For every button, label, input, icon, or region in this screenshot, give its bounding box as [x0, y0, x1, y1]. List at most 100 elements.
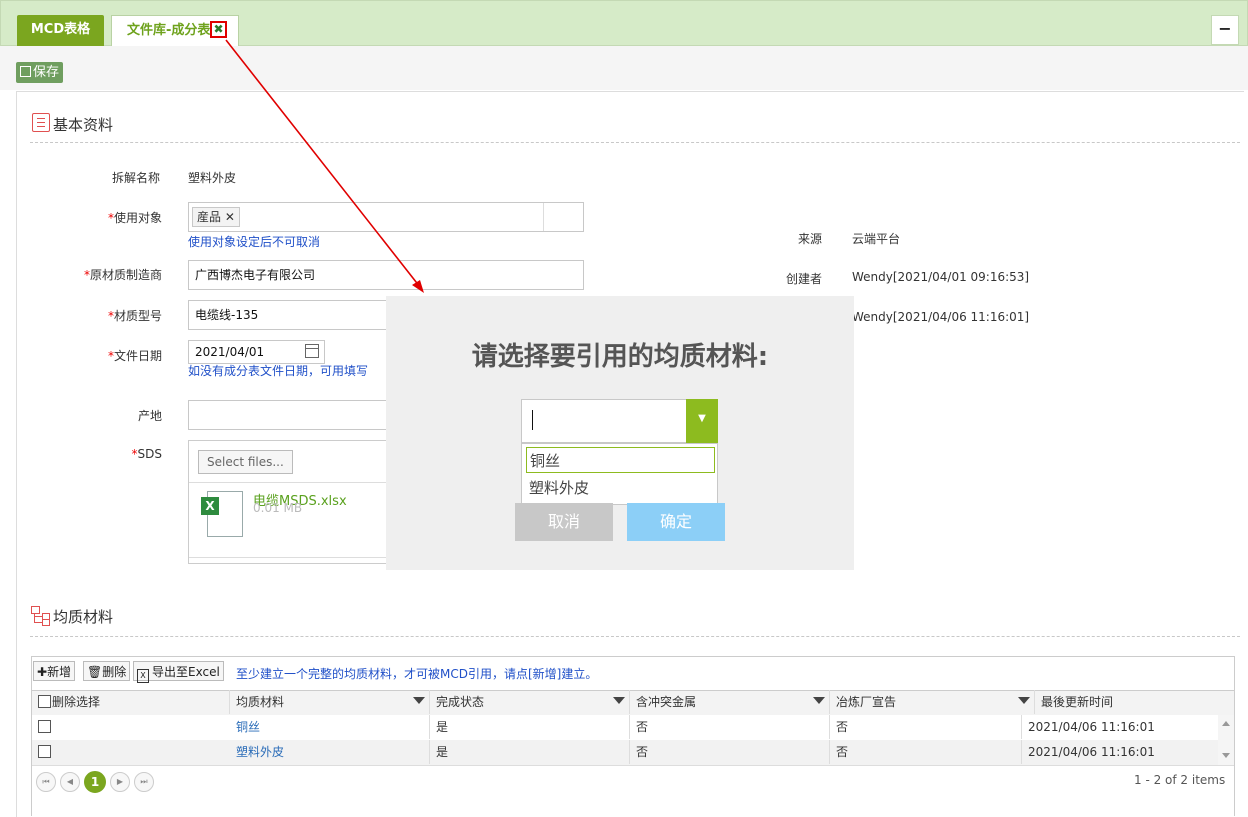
status-cell: 是	[430, 715, 630, 739]
col-status[interactable]: 完成状态	[430, 690, 630, 714]
target-tag[interactable]: 産品 ✕	[192, 207, 240, 227]
creator-label: 创建者	[786, 272, 823, 286]
target-label-text: 使用对象	[113, 211, 162, 225]
excel-icon: X	[137, 669, 149, 683]
target-multiselect[interactable]	[188, 202, 584, 232]
trash-icon: 🗑	[87, 665, 103, 679]
row-checkbox[interactable]	[38, 720, 51, 733]
filter-icon[interactable]	[813, 697, 825, 704]
list-icon	[32, 113, 50, 132]
name-label: 拆解名称	[111, 171, 160, 185]
target-hint: 使用对象设定后不可取消	[188, 235, 321, 249]
sds-label: *SDS	[42, 447, 162, 461]
calendar-icon[interactable]	[305, 344, 319, 358]
origin-label: 产地	[137, 409, 162, 423]
grid-notice: 至少建立一个完整的均质材料，才可被MCD引用，请点[新增]建立。	[236, 667, 598, 681]
add-button[interactable]: ✚新增	[33, 661, 76, 681]
updated-cell: 2021/04/06 11:16:01	[1028, 720, 1155, 734]
option-copper-wire[interactable]: 铜丝	[526, 447, 715, 473]
target-label: *使用对象	[42, 209, 162, 226]
tree-icon	[31, 606, 50, 626]
next-page-icon[interactable]: ▶	[110, 772, 130, 792]
prev-page-icon[interactable]: ◀	[60, 772, 80, 792]
date-label-text: 文件日期	[113, 349, 162, 363]
select-all-checkbox[interactable]	[38, 695, 51, 708]
section-title-materials: 均质材料	[53, 608, 114, 626]
excel-file-icon: X	[201, 491, 247, 537]
chevron-down-icon[interactable]: ▼	[686, 399, 718, 443]
col-material[interactable]: 均质材料	[230, 690, 430, 714]
col-material-label: 均质材料	[236, 695, 285, 709]
close-tab-icon[interactable]: ✖	[210, 21, 227, 38]
add-label: 新增	[47, 665, 72, 679]
conflict-cell: 否	[630, 740, 830, 764]
maker-label: *原材质制造商	[42, 266, 162, 283]
date-hint: 如没有成分表文件日期，可用填写	[188, 364, 369, 378]
conflict-cell: 否	[630, 715, 830, 739]
pager-info: 1 - 2 of 2 items	[1134, 773, 1226, 787]
col-updated: 最後更新时间	[1041, 695, 1114, 709]
delete-label: 删除	[102, 665, 127, 679]
dialog-title: 请选择要引用的均质材料:	[471, 342, 769, 372]
delete-button[interactable]: 🗑删除	[83, 661, 131, 681]
maker-input[interactable]: 广西博杰电子有限公司	[188, 260, 584, 290]
minimize-button[interactable]: −	[1211, 15, 1239, 45]
material-link[interactable]: 铜丝	[230, 715, 430, 739]
filter-icon[interactable]	[1018, 697, 1030, 704]
upload-footer-line	[189, 557, 387, 558]
plus-icon: ✚	[37, 665, 48, 679]
first-page-icon[interactable]: ⏮	[36, 772, 56, 792]
tab-mcd-table[interactable]: MCD表格	[17, 15, 104, 46]
target-tag-label: 産品	[197, 210, 222, 224]
smelter-cell: 否	[830, 740, 1022, 764]
filter-icon[interactable]	[613, 697, 625, 704]
field-separator	[543, 203, 544, 231]
origin-input[interactable]	[188, 400, 388, 430]
sds-label-text: SDS	[137, 447, 162, 461]
col-conflict-metal-label: 含冲突金属	[636, 695, 697, 709]
tab-file-library-label: 文件库-成分表	[127, 23, 211, 38]
remove-tag-icon[interactable]: ✕	[225, 210, 235, 224]
model-label: *材质型号	[42, 307, 162, 324]
col-smelter[interactable]: 冶炼厂宣告	[830, 690, 1035, 714]
upload-divider	[189, 482, 387, 483]
save-button[interactable]: 保存	[16, 62, 63, 83]
maker-label-text: 原材质制造商	[89, 268, 162, 282]
export-label: 导出至Excel	[152, 665, 220, 679]
confirm-button[interactable]: 确定	[627, 503, 725, 541]
scroll-up-icon[interactable]	[1222, 721, 1230, 726]
col-smelter-label: 冶炼厂宣告	[836, 695, 897, 709]
vertical-scrollbar[interactable]	[1218, 715, 1234, 765]
scroll-down-icon[interactable]	[1222, 753, 1230, 758]
source-value: 云端平台	[852, 232, 901, 246]
section-divider	[30, 142, 1240, 143]
creator-value: Wendy[2021/04/01 09:16:53]	[852, 270, 1030, 284]
export-excel-button[interactable]: X 导出至Excel	[133, 661, 224, 683]
save-label: 保存	[32, 65, 59, 80]
select-files-button[interactable]: Select files...	[198, 450, 293, 474]
col-delete-select: 删除选择	[32, 690, 230, 714]
updater-value: Wendy[2021/04/06 11:16:01]	[852, 310, 1030, 324]
date-label: *文件日期	[42, 347, 162, 364]
row-checkbox[interactable]	[38, 745, 51, 758]
section-divider	[30, 636, 1240, 637]
col-conflict-metal[interactable]: 含冲突金属	[630, 690, 830, 714]
file-size: 0.01 MB	[253, 501, 303, 515]
source-label: 来源	[798, 232, 823, 246]
toolbar	[0, 46, 1248, 90]
current-page[interactable]: 1	[84, 771, 106, 793]
option-plastic-sheath[interactable]: 塑料外皮	[526, 475, 715, 501]
cancel-button[interactable]: 取消	[515, 503, 613, 541]
status-cell: 是	[430, 740, 630, 764]
floppy-icon	[19, 66, 31, 77]
filter-icon[interactable]	[413, 697, 425, 704]
select-material-dialog: 请选择要引用的均质材料: ▼ 铜丝 塑料外皮 取消 确定	[386, 296, 854, 570]
last-page-icon[interactable]: ⏭	[134, 772, 154, 792]
smelter-cell: 否	[830, 715, 1022, 739]
material-link[interactable]: 塑料外皮	[230, 740, 430, 764]
updated-cell: 2021/04/06 11:16:01	[1028, 745, 1155, 759]
material-dropdown-list: 铜丝 塑料外皮	[521, 443, 718, 505]
text-cursor	[532, 410, 533, 430]
col-status-label: 完成状态	[436, 695, 485, 709]
name-value: 塑料外皮	[188, 171, 237, 185]
